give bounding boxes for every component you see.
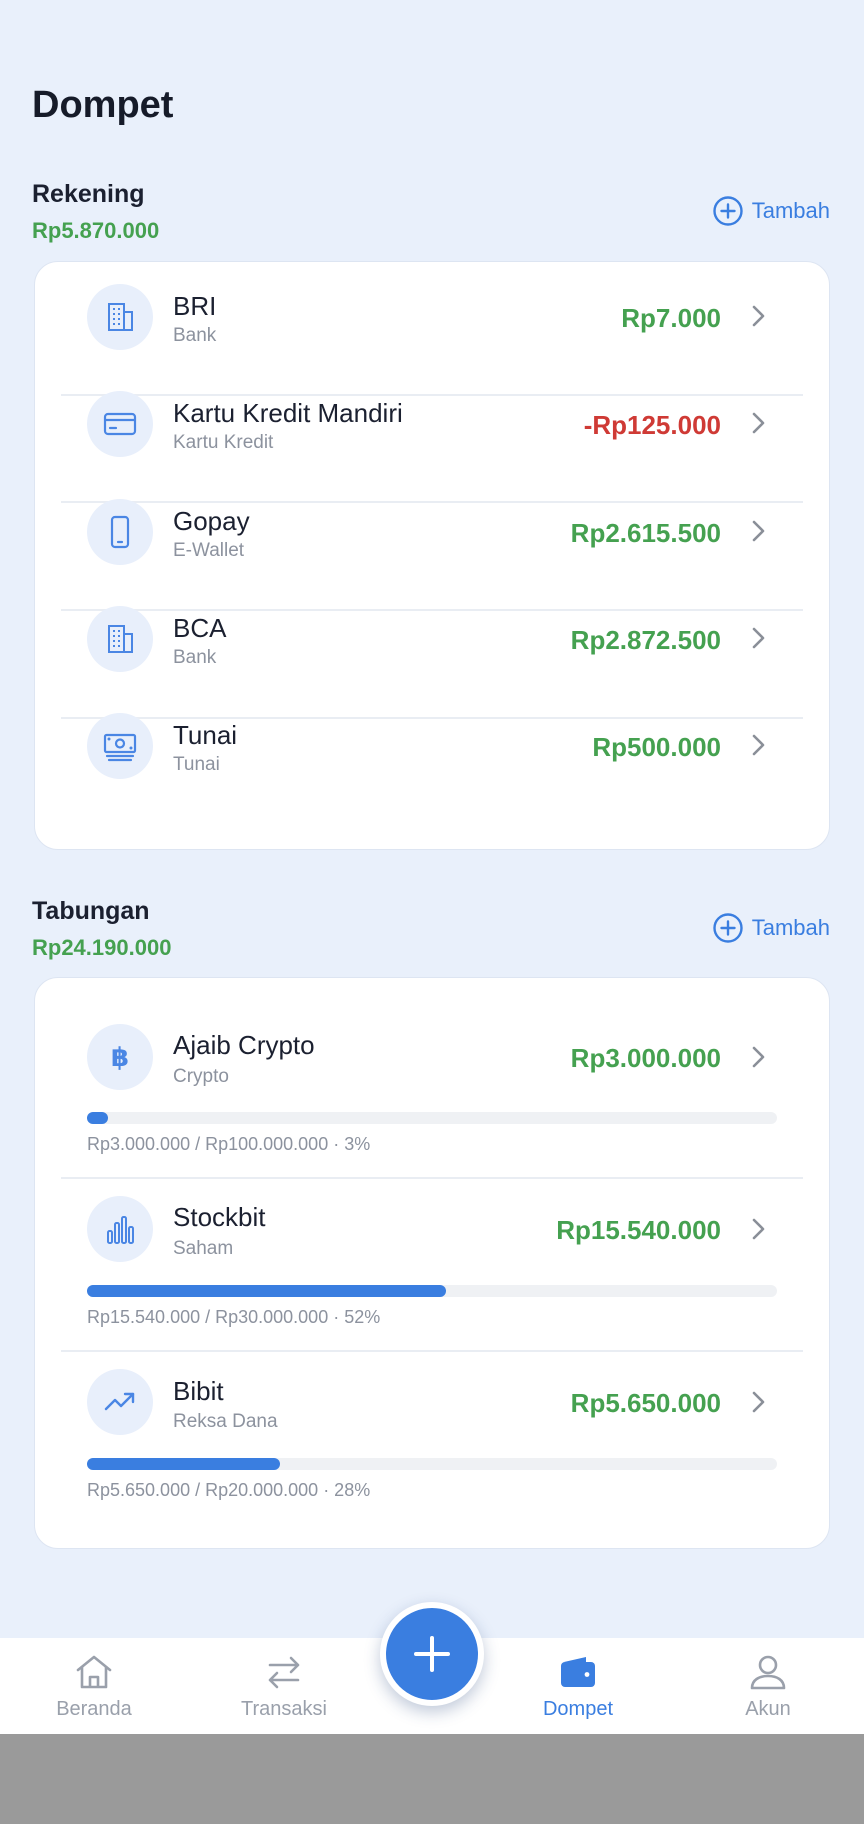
- plus-icon: [414, 1636, 450, 1672]
- savings-name: Bibit: [173, 1376, 224, 1406]
- savings-type: Crypto: [173, 1066, 229, 1087]
- account-row-kartu-kredit-mandiri[interactable]: Kartu Kredit Mandiri Kartu Kredit -Rp125…: [35, 371, 829, 478]
- account-name: BCA: [173, 613, 227, 643]
- home-icon: [76, 1655, 112, 1689]
- account-type: Bank: [173, 647, 217, 668]
- rekening-title: Rekening: [32, 180, 145, 208]
- cash-icon: [87, 713, 153, 779]
- account-type: Kartu Kredit: [173, 432, 274, 453]
- savings-row-ajaib-crypto[interactable]: ฿ Ajaib Crypto Crypto Rp3.000.000 Rp3.00…: [35, 978, 829, 1154]
- tabungan-title: Tabungan: [32, 897, 150, 925]
- nav-label: Dompet: [542, 1698, 614, 1720]
- chevron-right-icon: [752, 412, 765, 434]
- nav-item-dompet[interactable]: Dompet: [508, 1638, 648, 1734]
- plus-circle-icon: [713, 913, 743, 943]
- savings-progress-bar: [87, 1112, 777, 1124]
- building-icon: [87, 606, 153, 672]
- account-type: Bank: [173, 325, 217, 346]
- account-row-bri[interactable]: BRI Bank Rp7.000: [35, 264, 829, 371]
- bar-chart-icon: [87, 1196, 153, 1262]
- tabungan-total: Rp24.190.000: [32, 935, 172, 960]
- savings-progress-fill: [87, 1458, 281, 1470]
- savings-type: Saham: [173, 1238, 234, 1259]
- nav-item-akun[interactable]: Akun: [698, 1638, 838, 1734]
- account-amount: -Rp125.000: [583, 410, 721, 440]
- account-row-gopay[interactable]: Gopay E-Wallet Rp2.615.500: [35, 479, 829, 586]
- nav-item-beranda[interactable]: Beranda: [24, 1638, 164, 1734]
- credit-card-icon: [87, 391, 153, 457]
- chevron-right-icon: [752, 520, 765, 542]
- trending-up-icon: [87, 1369, 153, 1435]
- rekening-total: Rp5.870.000: [32, 218, 160, 243]
- savings-progress-fill: [87, 1285, 446, 1297]
- account-name: Tunai: [173, 720, 238, 750]
- nav-label: Beranda: [56, 1698, 132, 1720]
- account-amount: Rp500.000: [592, 732, 721, 762]
- nav-label: Akun: [745, 1698, 791, 1720]
- svg-text:฿: ฿: [111, 1043, 129, 1073]
- savings-progress-text: Rp5.650.000 / Rp20.000.000 · 28%: [87, 1480, 371, 1500]
- savings-amount: Rp5.650.000: [570, 1388, 721, 1418]
- savings-row-stockbit[interactable]: Stockbit Saham Rp15.540.000 Rp15.540.000…: [35, 1151, 829, 1327]
- savings-progress-bar: [87, 1458, 777, 1470]
- add-savings-button[interactable]: Tambah: [712, 911, 830, 945]
- page-title: Dompet: [32, 84, 174, 126]
- chevron-right-icon: [752, 734, 765, 756]
- user-icon: [750, 1655, 786, 1690]
- savings-name: Ajaib Crypto: [173, 1030, 315, 1060]
- smartphone-icon: [87, 499, 153, 565]
- chevron-right-icon: [752, 1218, 765, 1240]
- account-type: E-Wallet: [173, 540, 245, 561]
- savings-amount: Rp15.540.000: [556, 1215, 721, 1245]
- account-amount: Rp7.000: [621, 303, 721, 333]
- account-amount: Rp2.872.500: [570, 625, 721, 655]
- tabungan-header: Tabungan Rp24.190.000 Tambah: [32, 897, 830, 967]
- nav-item-transaksi[interactable]: Transaksi: [214, 1638, 354, 1734]
- savings-row-bibit[interactable]: Bibit Reksa Dana Rp5.650.000 Rp5.650.000…: [35, 1325, 829, 1500]
- chevron-right-icon: [752, 1046, 765, 1068]
- add-savings-label: Tambah: [751, 915, 830, 940]
- wallet-icon: [561, 1657, 595, 1687]
- system-navigation-bar: [0, 1734, 864, 1824]
- accounts-card: BRI Bank Rp7.000 Kartu Kredit Mandiri Ka…: [34, 261, 830, 850]
- building-icon: [87, 284, 153, 350]
- savings-progress-fill: [87, 1112, 108, 1124]
- account-name: Kartu Kredit Mandiri: [173, 398, 403, 428]
- account-row-tunai[interactable]: Tunai Tunai Rp500.000: [35, 693, 829, 800]
- transfer-arrows-icon: [268, 1656, 300, 1689]
- rekening-header: Rekening Rp5.870.000 Tambah: [32, 180, 830, 250]
- account-type: Tunai: [173, 754, 220, 775]
- add-account-label: Tambah: [751, 198, 830, 223]
- savings-name: Stockbit: [173, 1202, 266, 1232]
- chevron-right-icon: [752, 305, 765, 327]
- savings-type: Reksa Dana: [173, 1411, 278, 1432]
- account-name: Gopay: [173, 506, 250, 536]
- nav-label: Transaksi: [241, 1698, 327, 1720]
- account-name: BRI: [173, 291, 217, 321]
- account-amount: Rp2.615.500: [570, 518, 721, 548]
- savings-progress-bar: [87, 1285, 777, 1297]
- chevron-right-icon: [752, 627, 765, 649]
- plus-circle-icon: [713, 196, 743, 226]
- add-transaction-fab[interactable]: [380, 1602, 484, 1706]
- add-account-button[interactable]: Tambah: [712, 194, 830, 228]
- bitcoin-icon: ฿: [87, 1024, 153, 1090]
- account-row-bca[interactable]: BCA Bank Rp2.872.500: [35, 586, 829, 693]
- savings-amount: Rp3.000.000: [570, 1043, 721, 1073]
- savings-card: ฿ Ajaib Crypto Crypto Rp3.000.000 Rp3.00…: [34, 977, 830, 1549]
- chevron-right-icon: [752, 1391, 765, 1413]
